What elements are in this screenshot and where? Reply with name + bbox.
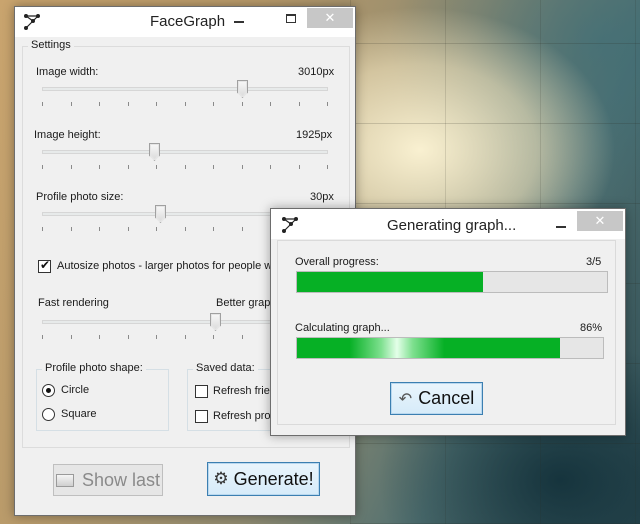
main-window-title: FaceGraph [150,13,226,30]
progress-dialog: Generating graph... ✕ Overall progress: … [270,208,626,436]
main-titlebar[interactable]: FaceGraph ✕ [15,7,355,37]
facegraph-logo-icon [282,217,298,233]
minimize-button[interactable] [225,8,253,28]
refresh-friends-checkbox[interactable] [195,385,208,398]
refresh-profiles-label[interactable]: Refresh profi [213,410,276,422]
fast-rendering-label: Fast rendering [38,297,109,309]
minimize-icon [234,21,244,23]
slider-track [42,87,328,91]
overall-progress-label: Overall progress: [295,256,379,268]
photo-size-value: 30px [310,191,334,203]
overall-progress-bar [296,271,608,293]
saved-data-group-title: Saved data: [193,362,258,374]
progress-titlebar[interactable]: Generating graph... ✕ [271,209,625,239]
image-width-value: 3010px [298,66,335,78]
image-height-label: Image height: [34,129,101,141]
slider-thumb[interactable] [155,205,166,223]
show-last-label: Show last [81,469,161,490]
autosize-label[interactable]: Autosize photos - larger photos for peop… [57,260,284,272]
calc-progress-bar [296,337,604,359]
circle-radio-label[interactable]: Circle [61,384,89,396]
photo-shape-group: Profile photo shape: [36,362,169,431]
facegraph-logo-icon [24,14,40,30]
slider-thumb[interactable] [210,313,221,331]
better-graph-label: Better graph [216,297,277,309]
photo-size-label: Profile photo size: [36,191,124,203]
maximize-icon [286,13,296,23]
refresh-friends-label[interactable]: Refresh frien [213,385,276,397]
slider-ticks [42,102,328,107]
minimize-icon [556,226,566,228]
overall-progress-fill [297,272,483,292]
overall-progress-value: 3/5 [586,256,602,268]
slider-thumb[interactable] [149,143,160,161]
photo-shape-group-title: Profile photo shape: [42,362,146,374]
autosize-checkbox[interactable] [38,258,51,273]
progress-dialog-title: Generating graph... [387,217,517,234]
slider-track [42,150,328,154]
slider-ticks [42,165,328,170]
generate-button[interactable]: ⚙ Generate! [207,462,320,496]
maximize-button[interactable] [277,8,305,28]
image-icon [55,473,74,487]
cancel-arrow-icon: ↶ [398,390,413,408]
image-height-slider[interactable] [42,143,328,172]
close-button[interactable]: ✕ [307,8,353,28]
square-radio-label[interactable]: Square [61,408,96,420]
minimize-button[interactable] [547,213,575,233]
image-height-value: 1925px [296,129,333,141]
generate-label: Generate! [233,468,314,489]
calc-progress-fill [297,338,561,358]
circle-radio[interactable] [42,384,55,397]
gear-icon: ⚙ [213,469,229,488]
refresh-profiles-checkbox[interactable] [195,410,208,423]
image-width-slider[interactable] [42,80,328,109]
calc-progress-label: Calculating graph... [295,322,390,334]
settings-group-title: Settings [28,39,74,51]
close-icon: ✕ [324,10,336,25]
progress-client-area: Overall progress: 3/5 Calculating graph.… [277,240,616,425]
square-radio[interactable] [42,408,55,421]
cancel-button[interactable]: ↶ Cancel [390,382,483,415]
show-last-button[interactable]: Show last [53,464,163,496]
close-button[interactable]: ✕ [577,211,623,231]
cancel-label: Cancel [418,388,475,408]
slider-thumb[interactable] [237,80,248,98]
image-width-label: Image width: [36,66,99,78]
close-icon: ✕ [594,213,606,228]
calc-progress-value: 86% [580,322,603,334]
